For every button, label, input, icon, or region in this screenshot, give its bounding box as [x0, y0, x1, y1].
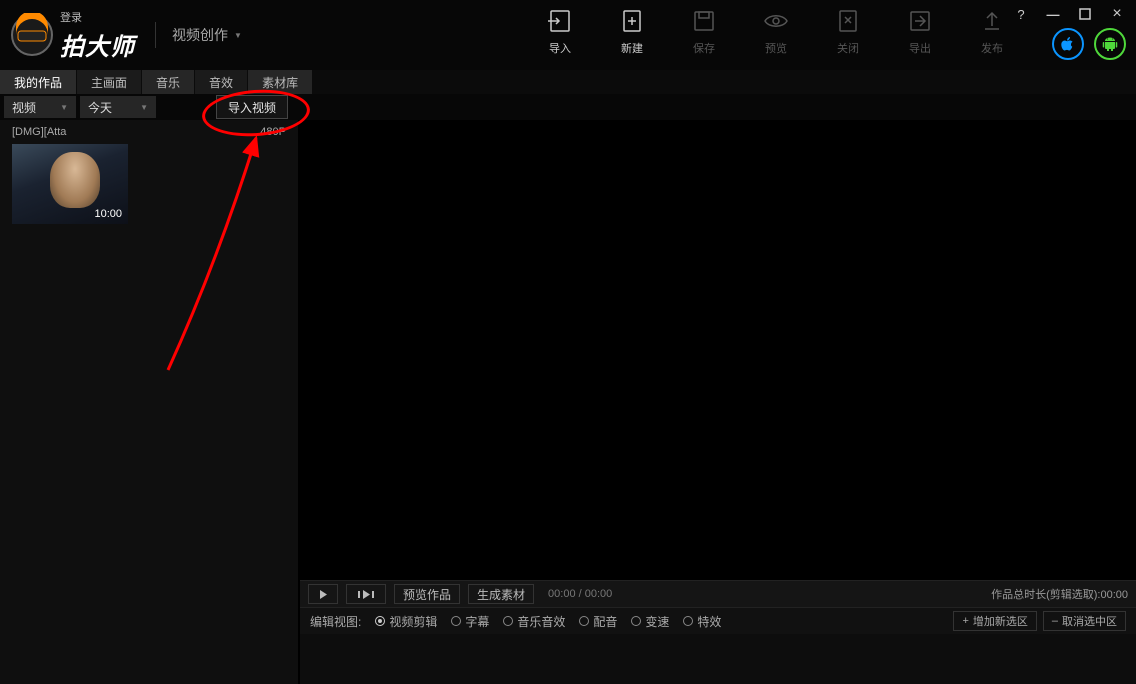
login-link[interactable]: 登录	[60, 9, 135, 25]
help-icon[interactable]: ?	[1010, 4, 1032, 24]
preview-panel: 预览作品 生成素材 00:00 / 00:00 作品总时长(剪辑选取):00:0…	[300, 120, 1136, 684]
radio-video-edit[interactable]: 视频剪辑	[375, 613, 437, 630]
clip-name: [DMG][Atta	[12, 126, 66, 138]
tab-sfx[interactable]: 音效	[195, 70, 247, 94]
radio-dub[interactable]: 配音	[579, 613, 617, 630]
close-tool[interactable]: 关闭	[824, 8, 872, 56]
preview-tool[interactable]: 预览	[752, 8, 800, 56]
radio-fx[interactable]: 特效	[683, 613, 721, 630]
mode-selector[interactable]: 视频创作 ▼	[155, 22, 242, 48]
brand-name: 拍大师	[60, 27, 135, 62]
apple-store-icon[interactable]	[1052, 28, 1084, 60]
minus-icon: –	[1052, 615, 1058, 627]
new-tool[interactable]: 新建	[608, 8, 656, 56]
export-tool[interactable]: 导出	[896, 8, 944, 56]
save-tool[interactable]: 保存	[680, 8, 728, 56]
chevron-down-icon: ▼	[140, 103, 148, 112]
radio-subtitle[interactable]: 字幕	[451, 613, 489, 630]
type-dropdown[interactable]: 视频▼	[4, 96, 76, 118]
radio-music-fx[interactable]: 音乐音效	[503, 613, 565, 630]
helmet-icon	[10, 13, 54, 57]
media-sidebar: [DMG][Atta 480P 10:00	[0, 120, 298, 684]
cancel-selection-button[interactable]: –取消选中区	[1043, 611, 1126, 631]
close-icon[interactable]: ×	[1106, 4, 1128, 24]
import-video-button[interactable]: 导入视频	[216, 95, 288, 119]
mode-label: 视频创作	[172, 25, 228, 45]
timeline[interactable]	[300, 634, 1136, 684]
tab-library[interactable]: 素材库	[248, 70, 312, 94]
time-dropdown[interactable]: 今天▼	[80, 96, 156, 118]
tab-music[interactable]: 音乐	[142, 70, 194, 94]
add-selection-button[interactable]: +增加新选区	[953, 611, 1036, 631]
play-button[interactable]	[308, 584, 338, 604]
clip-duration: 10:00	[94, 208, 122, 220]
android-store-icon[interactable]	[1094, 28, 1126, 60]
play-step-button[interactable]	[346, 584, 386, 604]
preview-work-button[interactable]: 预览作品	[394, 584, 460, 604]
clip-thumbnail[interactable]: 10:00	[12, 144, 128, 224]
tab-my-works[interactable]: 我的作品	[0, 70, 76, 94]
tab-main-screen[interactable]: 主画面	[77, 70, 141, 94]
edit-view-label: 编辑视图:	[310, 613, 361, 630]
generate-material-button[interactable]: 生成素材	[468, 584, 534, 604]
clip-resolution: 480P	[260, 126, 286, 138]
radio-speed[interactable]: 变速	[631, 613, 669, 630]
video-preview[interactable]	[300, 120, 1136, 580]
chevron-down-icon: ▼	[234, 31, 242, 40]
plus-icon: +	[962, 615, 968, 627]
maximize-icon[interactable]	[1074, 4, 1096, 24]
app-logo: 登录 拍大师	[0, 9, 135, 62]
chevron-down-icon: ▼	[60, 103, 68, 112]
total-duration-label: 作品总时长(剪辑选取):00:00	[991, 586, 1128, 602]
playback-time: 00:00 / 00:00	[548, 588, 612, 600]
publish-tool[interactable]: 发布	[968, 8, 1016, 56]
minimize-icon[interactable]: —	[1042, 4, 1064, 24]
import-tool[interactable]: 导入	[536, 8, 584, 56]
